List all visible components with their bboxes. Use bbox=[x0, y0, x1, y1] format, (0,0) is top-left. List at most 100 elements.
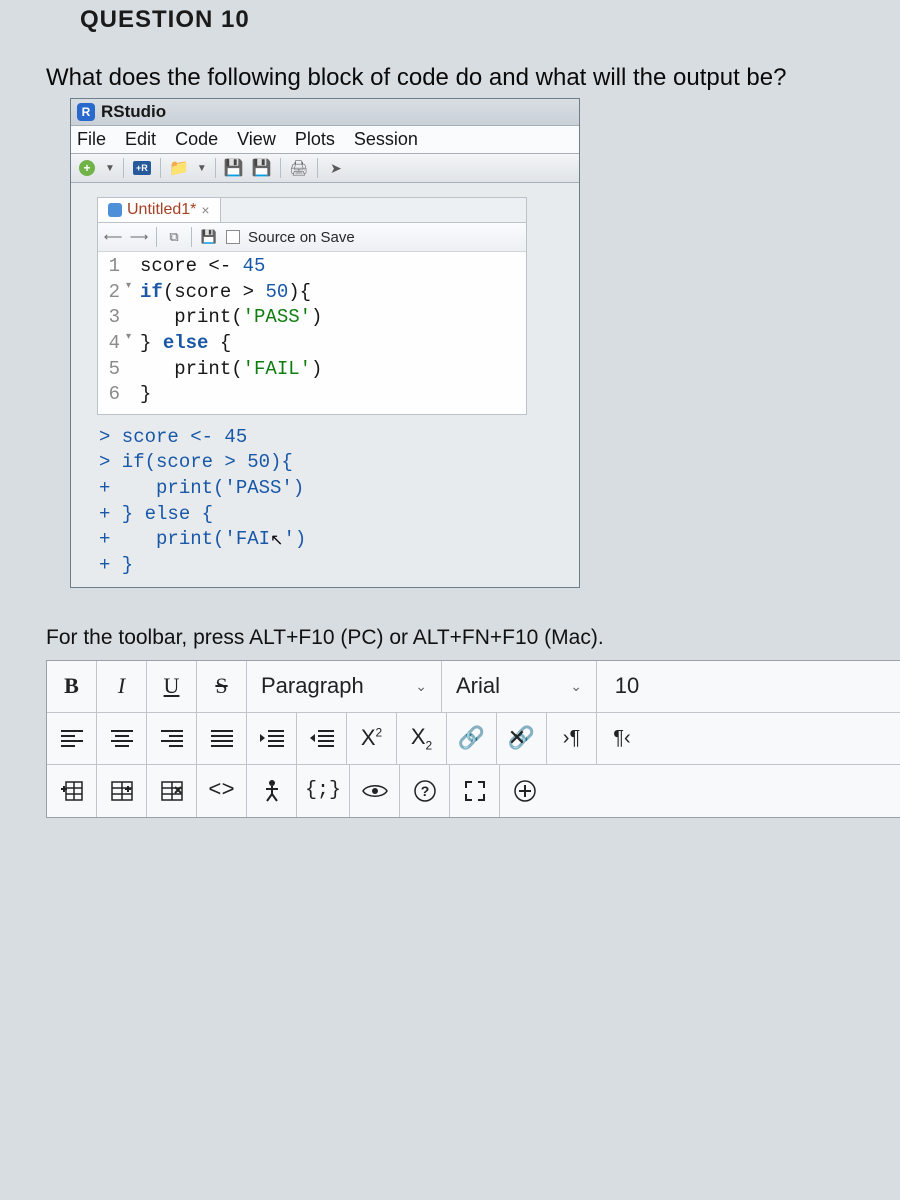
align-left-icon bbox=[61, 729, 83, 747]
forward-button[interactable]: ⟶ bbox=[130, 228, 148, 246]
arrow-left-icon: ⟵ bbox=[104, 229, 123, 245]
link-button[interactable]: 🔗 bbox=[447, 713, 497, 764]
rscript-icon: +R bbox=[133, 161, 151, 175]
menu-plots[interactable]: Plots bbox=[295, 129, 335, 149]
chevron-down-icon: ⌄ bbox=[415, 678, 427, 695]
font-label: Arial bbox=[456, 673, 500, 699]
plus-circle-icon bbox=[513, 779, 537, 803]
chevron-down-icon[interactable]: ▼ bbox=[197, 163, 207, 174]
table-delete-icon bbox=[161, 781, 183, 801]
floppy-all-icon: 💾 bbox=[252, 158, 272, 178]
accessibility-icon bbox=[261, 779, 283, 803]
underline-icon: U bbox=[164, 673, 180, 699]
chevron-down-icon[interactable]: ▼ bbox=[105, 163, 115, 174]
rstudio-logo-icon: R bbox=[77, 103, 95, 121]
menu-code[interactable]: Code bbox=[175, 129, 218, 149]
code-text: (score bbox=[163, 281, 243, 303]
go-to-button[interactable]: ➤ bbox=[326, 158, 346, 178]
save-all-button[interactable]: 💾 bbox=[252, 158, 272, 178]
subscript-button[interactable]: X2 bbox=[397, 713, 447, 764]
open-file-button[interactable]: 📁 bbox=[169, 158, 189, 178]
more-button[interactable] bbox=[500, 765, 550, 817]
code-text: > bbox=[243, 281, 254, 303]
fold-icon[interactable]: ▾ bbox=[126, 331, 140, 357]
console-line: + print('PASS') bbox=[99, 476, 579, 502]
code-text: ){ bbox=[288, 281, 311, 303]
main-toolbar: + ▼ +R 📁 ▼ 💾 💾 🖨 ➤ bbox=[71, 154, 579, 183]
new-file-button[interactable]: + bbox=[77, 158, 97, 178]
table-delete-button[interactable] bbox=[147, 765, 197, 817]
save-script-button[interactable]: 💾 bbox=[200, 228, 218, 246]
align-left-button[interactable] bbox=[47, 713, 97, 764]
svg-text:?: ? bbox=[420, 783, 429, 799]
align-right-button[interactable] bbox=[147, 713, 197, 764]
link-icon: 🔗 bbox=[458, 725, 485, 751]
superscript-button[interactable]: X2 bbox=[347, 713, 397, 764]
source-on-save-checkbox[interactable] bbox=[226, 230, 240, 244]
align-right-icon bbox=[161, 729, 183, 747]
separator bbox=[123, 158, 124, 178]
menu-edit[interactable]: Edit bbox=[125, 129, 156, 149]
toolbar-hint: For the toolbar, press ALT+F10 (PC) or A… bbox=[46, 626, 890, 650]
code-text: <- bbox=[208, 255, 231, 277]
new-rscript-button[interactable]: +R bbox=[132, 158, 152, 178]
table-row-button[interactable] bbox=[97, 765, 147, 817]
menu-file[interactable]: File bbox=[77, 129, 106, 149]
line-number: 6 bbox=[98, 382, 126, 408]
code-text: 'PASS' bbox=[243, 306, 311, 328]
save-button[interactable]: 💾 bbox=[224, 158, 244, 178]
strike-button[interactable]: S bbox=[197, 661, 247, 712]
rtl-button[interactable]: ¶‹ bbox=[597, 713, 647, 764]
indent-button[interactable] bbox=[247, 713, 297, 764]
close-icon[interactable]: × bbox=[201, 202, 209, 218]
css-button[interactable]: {;} bbox=[297, 765, 350, 817]
size-select[interactable]: 10 bbox=[597, 661, 657, 712]
align-center-button[interactable] bbox=[97, 713, 147, 764]
back-button[interactable]: ⟵ bbox=[104, 228, 122, 246]
code-editor[interactable]: 1 score <- 45 2▾ if(score > 50){ 3 print… bbox=[98, 252, 526, 414]
keyboard-button[interactable] bbox=[247, 765, 297, 817]
fold-icon[interactable]: ▾ bbox=[126, 280, 140, 306]
console-line: + } bbox=[99, 553, 579, 579]
align-justify-button[interactable] bbox=[197, 713, 247, 764]
underline-button[interactable]: U bbox=[147, 661, 197, 712]
italic-button[interactable]: I bbox=[97, 661, 147, 712]
show-in-new-window-button[interactable]: ⧉ bbox=[165, 228, 183, 246]
unlink-button[interactable]: 🔗✕ bbox=[497, 713, 547, 764]
folder-icon: 📁 bbox=[169, 158, 189, 178]
table-plus-icon bbox=[61, 781, 83, 801]
code-text: { bbox=[208, 332, 231, 354]
outdent-button[interactable] bbox=[297, 713, 347, 764]
rstudio-window: R RStudio File Edit Code View Plots Sess… bbox=[70, 98, 580, 588]
code-text: print( bbox=[140, 306, 243, 328]
code-text: ) bbox=[311, 306, 322, 328]
insert-table-button[interactable] bbox=[47, 765, 97, 817]
printer-icon: 🖨 bbox=[289, 159, 308, 177]
codeview-button[interactable]: <> bbox=[197, 765, 247, 817]
code-text: 50 bbox=[265, 281, 288, 303]
window-title: RStudio bbox=[101, 102, 166, 122]
line-number: 2 bbox=[98, 280, 126, 306]
console-line: + print('FAI↖') bbox=[99, 527, 579, 553]
unlink-icon: 🔗✕ bbox=[508, 725, 535, 751]
console-output: > score <- 45 > if(score > 50){ + print(… bbox=[71, 415, 579, 587]
fullscreen-button[interactable] bbox=[450, 765, 500, 817]
plus-icon: + bbox=[79, 160, 95, 176]
menu-session[interactable]: Session bbox=[354, 129, 418, 149]
editor-tab[interactable]: Untitled1* × bbox=[98, 198, 221, 222]
ltr-button[interactable]: ›¶ bbox=[547, 713, 597, 764]
superscript-icon: X2 bbox=[361, 725, 382, 751]
popup-icon: ⧉ bbox=[169, 229, 178, 245]
font-select[interactable]: Arial ⌄ bbox=[442, 661, 597, 712]
line-number: 1 bbox=[98, 254, 126, 280]
code-text: ) bbox=[311, 358, 322, 380]
print-button[interactable]: 🖨 bbox=[289, 158, 309, 178]
question-heading: QUESTION 10 bbox=[80, 6, 890, 34]
preview-button[interactable] bbox=[350, 765, 400, 817]
code-text: if bbox=[140, 281, 163, 303]
cursor-icon: ↖ bbox=[270, 531, 283, 553]
help-button[interactable]: ? bbox=[400, 765, 450, 817]
menu-view[interactable]: View bbox=[237, 129, 276, 149]
bold-button[interactable]: B bbox=[47, 661, 97, 712]
paragraph-select[interactable]: Paragraph ⌄ bbox=[247, 661, 442, 712]
